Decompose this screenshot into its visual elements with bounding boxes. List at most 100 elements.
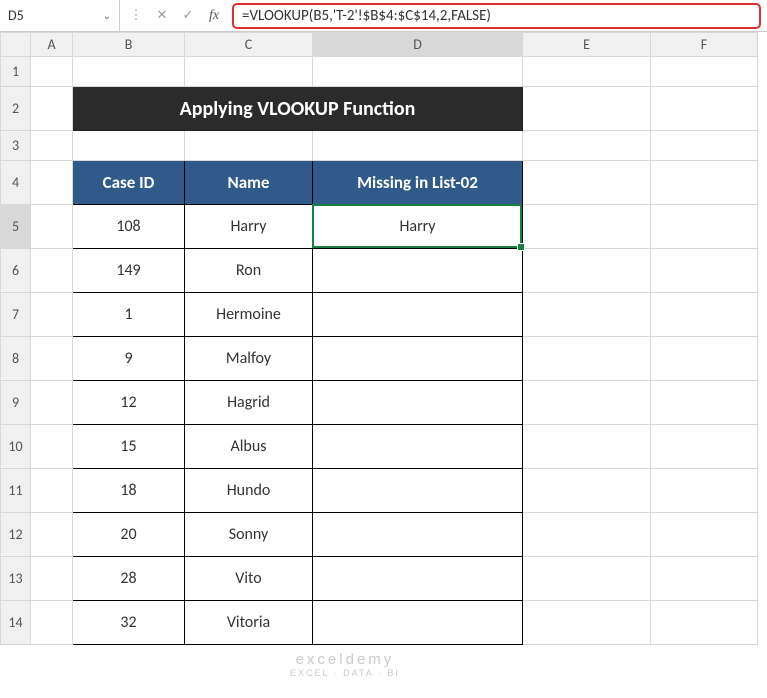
- cell-missing[interactable]: [313, 249, 523, 293]
- cell[interactable]: [651, 381, 758, 425]
- row-header-13[interactable]: 13: [1, 557, 31, 601]
- row-header-10[interactable]: 10: [1, 425, 31, 469]
- enter-icon[interactable]: ✓: [176, 4, 200, 28]
- title-cell[interactable]: Applying VLOOKUP Function: [73, 87, 523, 131]
- cancel-icon[interactable]: ✕: [150, 4, 174, 28]
- row-header-9[interactable]: 9: [1, 381, 31, 425]
- cell[interactable]: [651, 337, 758, 381]
- cell-name[interactable]: Hundo: [185, 469, 313, 513]
- cell-name[interactable]: Ron: [185, 249, 313, 293]
- cell[interactable]: [523, 293, 651, 337]
- cell[interactable]: [31, 425, 73, 469]
- cell[interactable]: [651, 249, 758, 293]
- cell[interactable]: [523, 557, 651, 601]
- cell-missing[interactable]: [313, 425, 523, 469]
- cell-name[interactable]: Vito: [185, 557, 313, 601]
- cell[interactable]: [523, 205, 651, 249]
- cell[interactable]: [31, 601, 73, 645]
- grid[interactable]: A B C D E F 1 2 Applying VLOOKUP Functio…: [0, 32, 758, 645]
- cell[interactable]: [523, 425, 651, 469]
- cell-name[interactable]: Hermoine: [185, 293, 313, 337]
- row-header-4[interactable]: 4: [1, 161, 31, 205]
- fx-icon[interactable]: fx: [202, 4, 226, 28]
- cell-missing[interactable]: [313, 381, 523, 425]
- cell[interactable]: [31, 131, 73, 161]
- cell[interactable]: [73, 131, 185, 161]
- col-header-B[interactable]: B: [73, 33, 185, 57]
- cell-id[interactable]: 15: [73, 425, 185, 469]
- cell[interactable]: [31, 381, 73, 425]
- cell[interactable]: [651, 161, 758, 205]
- cell[interactable]: [31, 57, 73, 87]
- cell-name[interactable]: Malfoy: [185, 337, 313, 381]
- cell[interactable]: [523, 57, 651, 87]
- cell[interactable]: [523, 161, 651, 205]
- cell[interactable]: [523, 469, 651, 513]
- cell[interactable]: [31, 469, 73, 513]
- cell[interactable]: [31, 293, 73, 337]
- row-header-3[interactable]: 3: [1, 131, 31, 161]
- cell-id[interactable]: 149: [73, 249, 185, 293]
- row-header-2[interactable]: 2: [1, 87, 31, 131]
- cell-id[interactable]: 18: [73, 469, 185, 513]
- cell[interactable]: [651, 131, 758, 161]
- cell[interactable]: [523, 249, 651, 293]
- select-all-corner[interactable]: [1, 33, 31, 57]
- chevron-down-icon[interactable]: ⌄: [103, 9, 111, 22]
- cell[interactable]: [73, 57, 185, 87]
- cell-missing[interactable]: [313, 293, 523, 337]
- cell-missing[interactable]: [313, 469, 523, 513]
- row-header-8[interactable]: 8: [1, 337, 31, 381]
- cell-missing[interactable]: [313, 601, 523, 645]
- cell[interactable]: [523, 601, 651, 645]
- cell[interactable]: [31, 161, 73, 205]
- header-missing[interactable]: Missing in List-02: [313, 161, 523, 205]
- cell[interactable]: [31, 87, 73, 131]
- row-header-5[interactable]: 5: [1, 205, 31, 249]
- cell-id[interactable]: 9: [73, 337, 185, 381]
- row-header-1[interactable]: 1: [1, 57, 31, 87]
- cell[interactable]: [651, 57, 758, 87]
- cell-name[interactable]: Hagrid: [185, 381, 313, 425]
- cell-id[interactable]: 108: [73, 205, 185, 249]
- cell-name[interactable]: Albus: [185, 425, 313, 469]
- formula-input[interactable]: =VLOOKUP(B5,'T-2'!$B$4:$C$14,2,FALSE): [232, 3, 761, 29]
- cell[interactable]: [651, 205, 758, 249]
- row-header-6[interactable]: 6: [1, 249, 31, 293]
- cell[interactable]: [523, 337, 651, 381]
- cell-missing[interactable]: [313, 557, 523, 601]
- cell[interactable]: [313, 131, 523, 161]
- cell[interactable]: [651, 425, 758, 469]
- cell[interactable]: [31, 249, 73, 293]
- cell[interactable]: [651, 469, 758, 513]
- dropdown-icon[interactable]: ⋮: [124, 4, 148, 28]
- header-caseid[interactable]: Case ID: [73, 161, 185, 205]
- cell[interactable]: [651, 513, 758, 557]
- cell-missing[interactable]: [313, 337, 523, 381]
- cell-id[interactable]: 1: [73, 293, 185, 337]
- cell[interactable]: [31, 513, 73, 557]
- col-header-C[interactable]: C: [185, 33, 313, 57]
- col-header-F[interactable]: F: [651, 33, 758, 57]
- row-header-12[interactable]: 12: [1, 513, 31, 557]
- cell-name[interactable]: Vitoria: [185, 601, 313, 645]
- cell-name[interactable]: Sonny: [185, 513, 313, 557]
- cell[interactable]: [185, 131, 313, 161]
- cell[interactable]: [523, 513, 651, 557]
- col-header-E[interactable]: E: [523, 33, 651, 57]
- cell-id[interactable]: 20: [73, 513, 185, 557]
- row-header-11[interactable]: 11: [1, 469, 31, 513]
- cell-name[interactable]: Harry: [185, 205, 313, 249]
- cell[interactable]: [185, 57, 313, 87]
- cell[interactable]: [31, 557, 73, 601]
- row-header-7[interactable]: 7: [1, 293, 31, 337]
- cell[interactable]: [523, 381, 651, 425]
- col-header-A[interactable]: A: [31, 33, 73, 57]
- row-header-14[interactable]: 14: [1, 601, 31, 645]
- cell[interactable]: [651, 87, 758, 131]
- cell[interactable]: [313, 57, 523, 87]
- cell-missing[interactable]: [313, 513, 523, 557]
- cell[interactable]: [523, 131, 651, 161]
- col-header-D[interactable]: D: [313, 33, 523, 57]
- cell-id[interactable]: 28: [73, 557, 185, 601]
